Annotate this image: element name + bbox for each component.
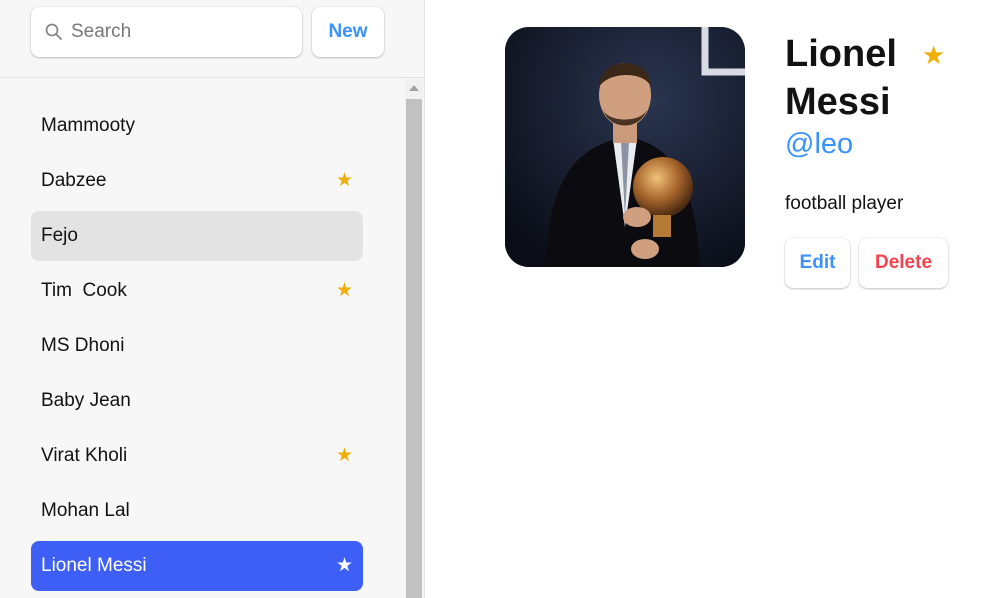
avatar: [505, 27, 745, 267]
contact-item-lionel-messi[interactable]: Lionel Messi ★: [31, 541, 363, 591]
new-button[interactable]: New: [312, 7, 384, 57]
contact-name-label: Baby Jean: [41, 390, 131, 411]
contact-notes: football player: [785, 193, 904, 214]
contact-item-virat-kholi[interactable]: Virat Kholi ★: [31, 431, 363, 481]
contact-name-label: Mammooty: [41, 115, 135, 136]
contact-item-mohan-lal[interactable]: Mohan Lal: [31, 486, 363, 536]
contact-name-label: Tim Cook: [41, 280, 127, 301]
edit-button[interactable]: Edit: [785, 238, 850, 288]
scrollbar-thumb[interactable]: [406, 99, 422, 598]
contact-item-baby-jean[interactable]: Baby Jean: [31, 376, 363, 426]
search-icon: [45, 23, 62, 40]
search-bar: New: [0, 0, 424, 78]
sidebar: New Mammooty Dabzee ★ Fejo Tim Cook ★ MS…: [0, 0, 425, 598]
contact-item-ms-dhoni[interactable]: MS Dhoni: [31, 321, 363, 371]
contact-item-fejo[interactable]: Fejo: [31, 211, 363, 261]
search-input[interactable]: [71, 7, 291, 57]
contact-item-tim-cook[interactable]: Tim Cook ★: [31, 266, 363, 316]
contact-name-label: Fejo: [41, 225, 78, 246]
search-box[interactable]: [31, 7, 302, 57]
star-icon: ★: [335, 170, 353, 191]
contact-item-dabzee[interactable]: Dabzee ★: [31, 156, 363, 206]
contact-name-label: MS Dhoni: [41, 335, 125, 356]
scroll-up-arrow-icon[interactable]: [409, 85, 419, 91]
star-icon: ★: [335, 555, 353, 576]
profile-photo-icon: [505, 27, 745, 267]
favorite-star-icon[interactable]: ★: [922, 40, 945, 71]
contact-name-label: Lionel Messi: [41, 555, 147, 576]
contact-name-label: Virat Kholi: [41, 445, 128, 466]
star-icon: ★: [335, 445, 353, 466]
delete-button[interactable]: Delete: [859, 238, 948, 288]
contact-item-mammooty[interactable]: Mammooty: [31, 101, 363, 151]
contact-detail: Lionel Messi ★ @leo football player Edit…: [426, 0, 986, 598]
scrollbar[interactable]: [405, 79, 423, 598]
contact-name: Lionel Messi: [785, 33, 897, 123]
star-icon: ★: [335, 280, 353, 301]
contact-name-label: Mohan Lal: [41, 500, 130, 521]
contact-handle-link[interactable]: @leo: [785, 128, 853, 161]
contact-name-label: Dabzee: [41, 170, 107, 191]
contact-list: Mammooty Dabzee ★ Fejo Tim Cook ★ MS Dho…: [31, 101, 363, 596]
